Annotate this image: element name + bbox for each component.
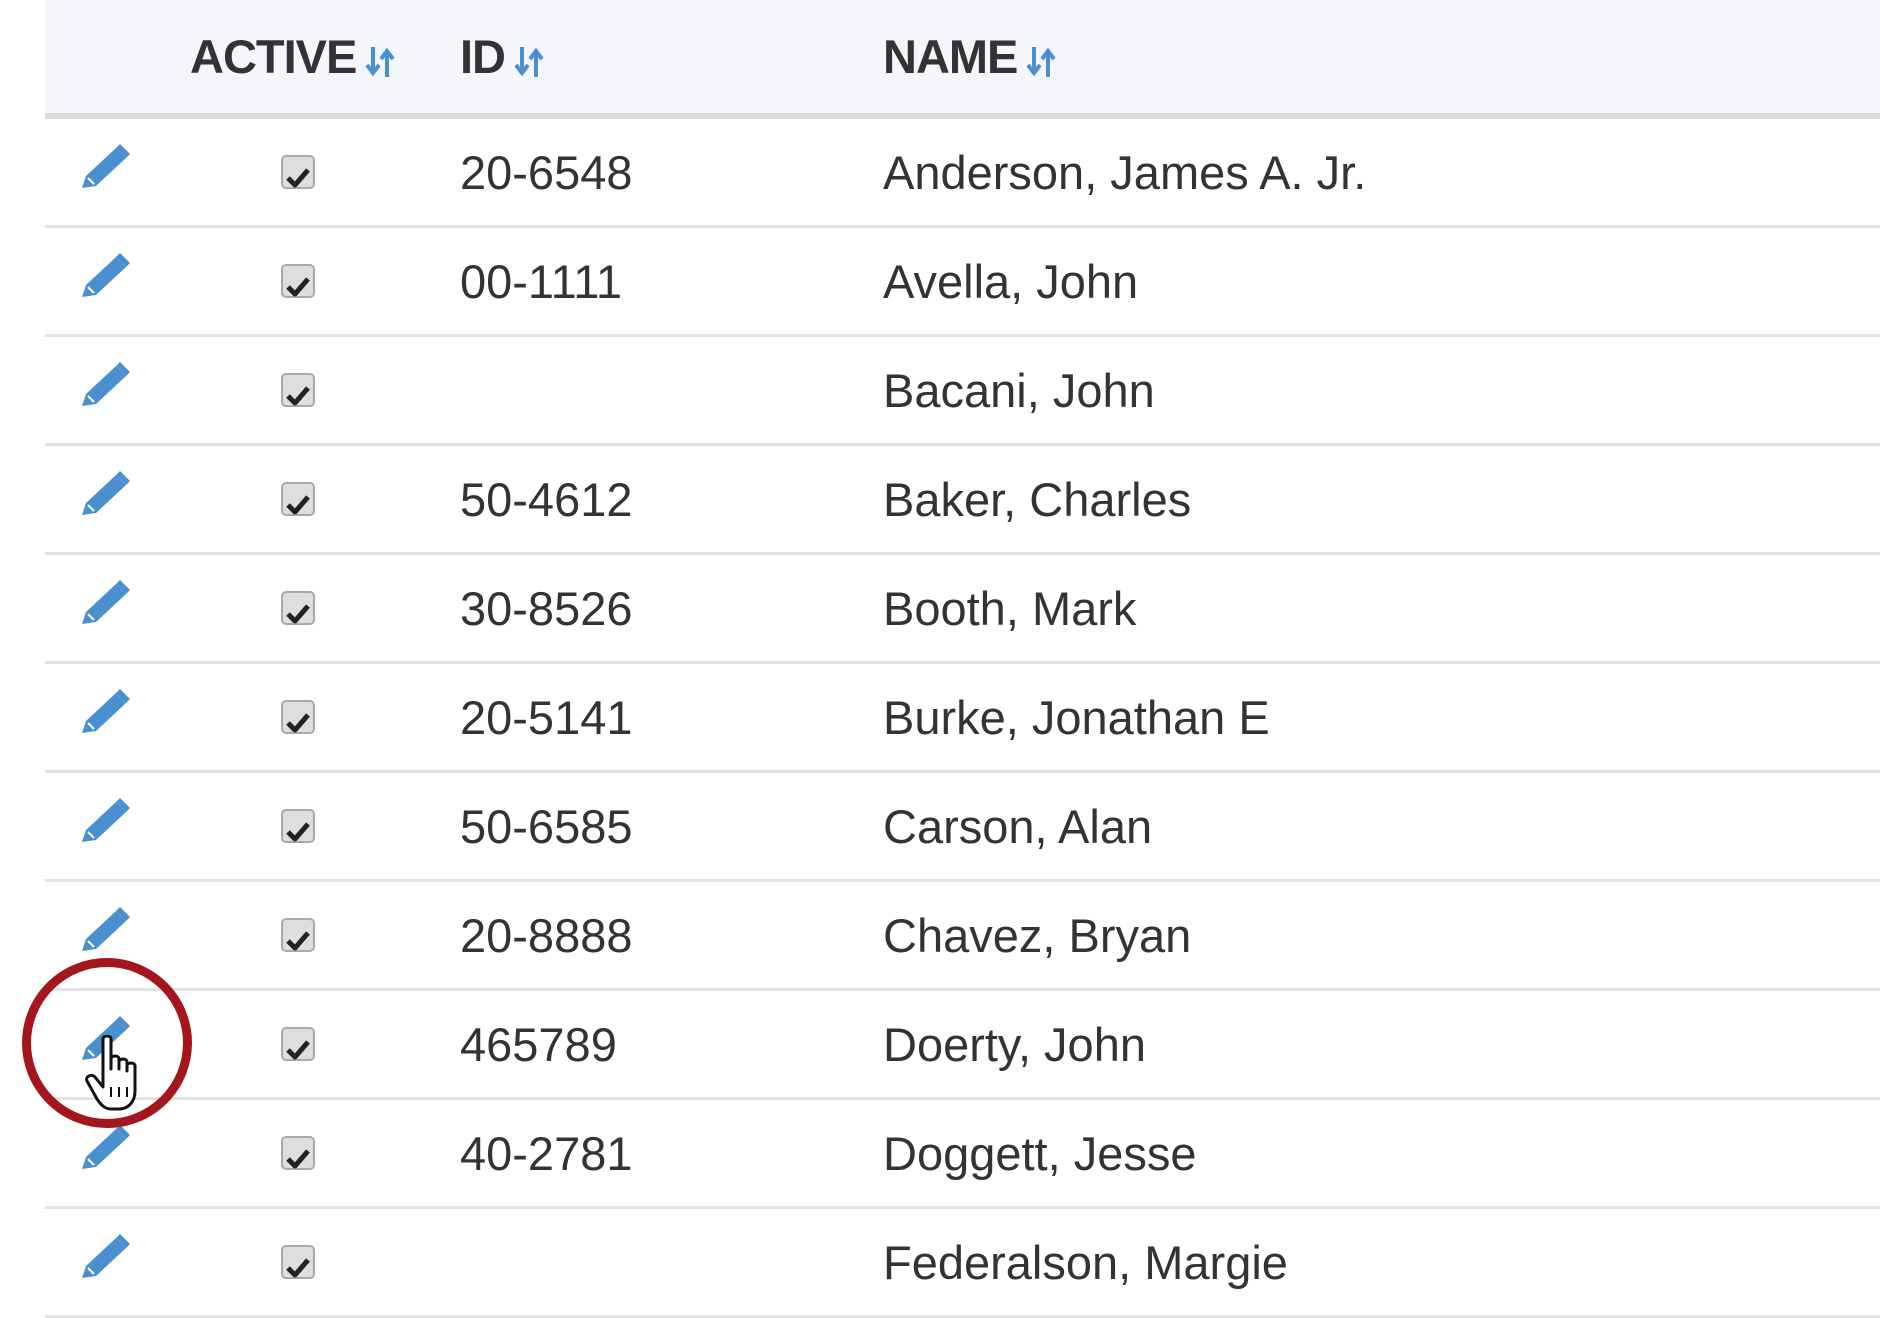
active-checkbox[interactable] — [281, 482, 315, 516]
active-cell — [281, 773, 315, 879]
name-cell: Doggett, Jesse — [883, 1126, 1197, 1180]
active-checkbox[interactable] — [281, 700, 315, 734]
check-icon — [286, 581, 310, 636]
employee-table: ACTIVE ID NAME 20-6548 Anderson, James A… — [45, 0, 1880, 1318]
column-header-name[interactable]: NAME — [883, 0, 1056, 113]
active-cell — [281, 882, 315, 988]
table-row: 50-4612 Baker, Charles — [45, 446, 1880, 555]
pencil-icon[interactable] — [78, 797, 132, 855]
pencil-icon[interactable] — [78, 1233, 132, 1291]
check-icon — [286, 254, 310, 309]
sort-arrows-icon[interactable] — [1026, 35, 1056, 90]
active-checkbox[interactable] — [281, 373, 315, 407]
check-icon — [286, 908, 310, 963]
table-row: 20-8888 Chavez, Bryan — [45, 882, 1880, 991]
check-icon — [286, 1017, 310, 1072]
edit-button[interactable] — [78, 555, 140, 661]
name-cell: Booth, Mark — [883, 581, 1137, 635]
pencil-icon[interactable] — [78, 579, 132, 637]
pencil-icon[interactable] — [78, 470, 132, 528]
active-cell — [281, 228, 315, 334]
active-cell — [281, 1100, 315, 1206]
active-cell — [281, 991, 315, 1097]
active-checkbox[interactable] — [281, 1136, 315, 1170]
pencil-icon[interactable] — [78, 252, 132, 310]
active-checkbox[interactable] — [281, 591, 315, 625]
name-cell: Bacani, John — [883, 363, 1155, 417]
name-cell: Carson, Alan — [883, 799, 1153, 853]
check-icon — [286, 145, 310, 200]
table-row: 20-5141 Burke, Jonathan E — [45, 664, 1880, 773]
id-cell: 50-4612 — [460, 472, 633, 526]
check-icon — [286, 472, 310, 527]
check-icon — [286, 690, 310, 745]
check-icon — [286, 363, 310, 418]
table-row: 30-8526 Booth, Mark — [45, 555, 1880, 664]
active-cell — [281, 119, 315, 225]
column-header-active[interactable]: ACTIVE — [190, 0, 395, 113]
id-cell: 00-1111 — [460, 254, 623, 308]
pencil-icon[interactable] — [78, 688, 132, 746]
active-checkbox[interactable] — [281, 809, 315, 843]
pencil-icon[interactable] — [78, 143, 132, 201]
table-row: 465789 Doerty, John — [45, 991, 1880, 1100]
id-cell: 30-8526 — [460, 581, 633, 635]
edit-button[interactable] — [78, 337, 140, 443]
edit-button[interactable] — [78, 664, 140, 770]
edit-button[interactable] — [78, 228, 140, 334]
pencil-icon[interactable] — [78, 1124, 132, 1182]
table-row: 50-6585 Carson, Alan — [45, 773, 1880, 882]
pencil-icon[interactable] — [78, 906, 132, 964]
name-cell: Chavez, Bryan — [883, 908, 1192, 962]
active-cell — [281, 555, 315, 661]
table-row: 40-2781 Doggett, Jesse — [45, 1100, 1880, 1209]
active-cell — [281, 664, 315, 770]
sort-arrows-icon[interactable] — [514, 35, 544, 90]
active-checkbox[interactable] — [281, 918, 315, 952]
column-label-active: ACTIVE — [190, 30, 357, 83]
id-cell: 50-6585 — [460, 799, 633, 853]
active-checkbox[interactable] — [281, 264, 315, 298]
active-cell — [281, 446, 315, 552]
table-header: ACTIVE ID NAME — [45, 0, 1880, 119]
hand-pointer-icon — [85, 1034, 155, 1118]
check-icon — [286, 1235, 310, 1290]
id-cell: 20-5141 — [460, 690, 633, 744]
edit-button[interactable] — [78, 119, 140, 225]
table-row: Federalson, Margie — [45, 1209, 1880, 1318]
name-cell: Federalson, Margie — [883, 1235, 1288, 1289]
table-row: Bacani, John — [45, 337, 1880, 446]
id-cell: 465789 — [460, 1017, 617, 1071]
name-cell: Avella, John — [883, 254, 1139, 308]
active-checkbox[interactable] — [281, 1027, 315, 1061]
check-icon — [286, 799, 310, 854]
edit-button[interactable] — [78, 446, 140, 552]
table-row: 20-6548 Anderson, James A. Jr. — [45, 119, 1880, 228]
column-label-id: ID — [460, 30, 506, 83]
pencil-icon[interactable] — [78, 361, 132, 419]
active-cell — [281, 337, 315, 443]
sort-arrows-icon[interactable] — [365, 35, 395, 90]
name-cell: Anderson, James A. Jr. — [883, 145, 1367, 199]
column-header-id[interactable]: ID — [460, 0, 544, 113]
active-checkbox[interactable] — [281, 1245, 315, 1279]
name-cell: Baker, Charles — [883, 472, 1192, 526]
active-cell — [281, 1209, 315, 1315]
column-label-name: NAME — [883, 30, 1018, 83]
name-cell: Burke, Jonathan E — [883, 690, 1270, 744]
table-body: 20-6548 Anderson, James A. Jr. 00-1111 Avel… — [45, 119, 1880, 1318]
edit-button[interactable] — [78, 773, 140, 879]
active-checkbox[interactable] — [281, 155, 315, 189]
id-cell: 20-8888 — [460, 908, 633, 962]
name-cell: Doerty, John — [883, 1017, 1146, 1071]
id-cell: 40-2781 — [460, 1126, 633, 1180]
edit-button[interactable] — [78, 1209, 140, 1315]
id-cell: 20-6548 — [460, 145, 633, 199]
check-icon — [286, 1126, 310, 1181]
table-row: 00-1111 Avella, John — [45, 228, 1880, 337]
